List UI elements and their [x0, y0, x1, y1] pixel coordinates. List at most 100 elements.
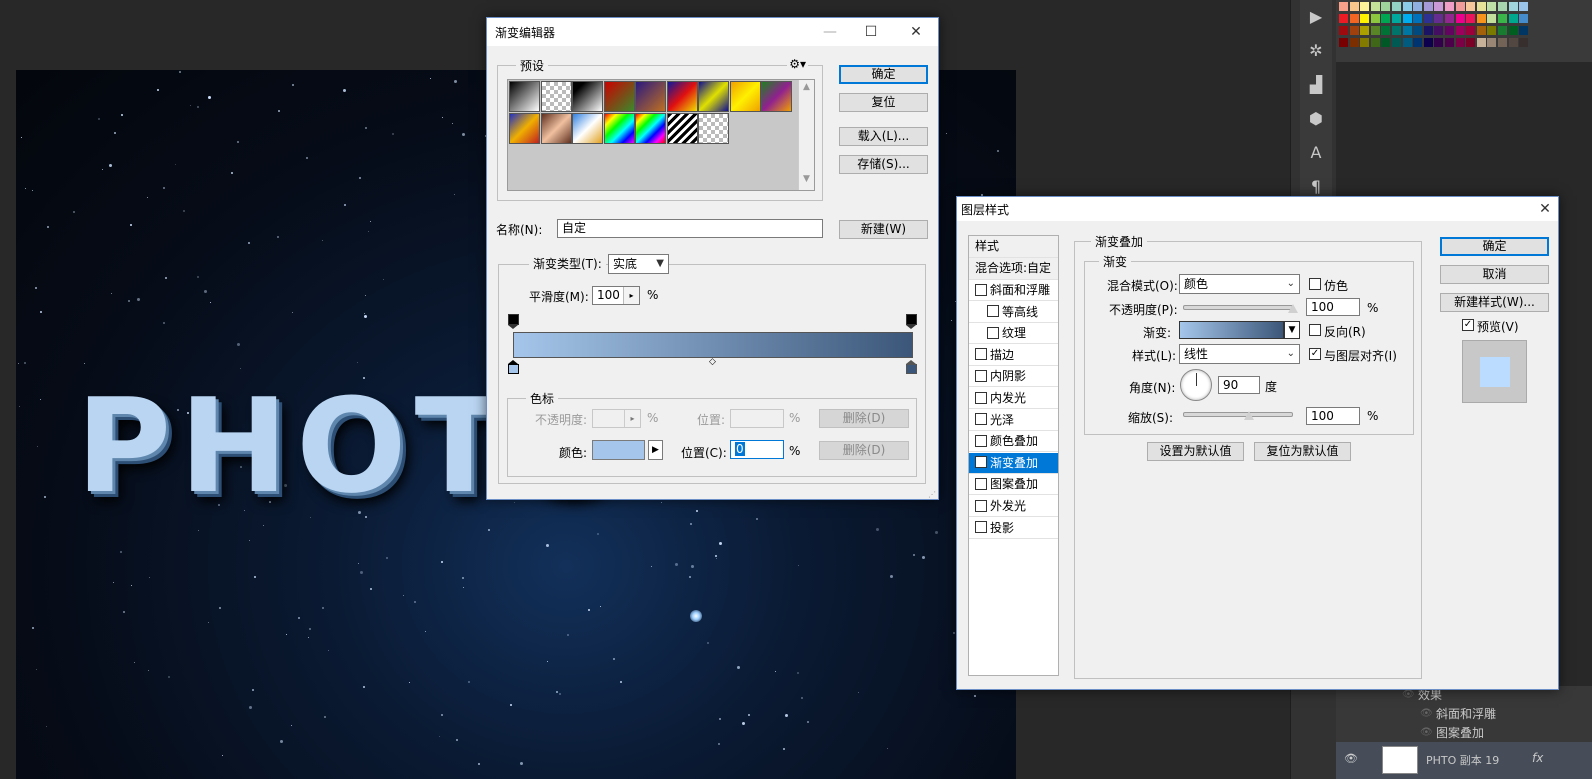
gradient-preset[interactable] — [509, 81, 540, 112]
color-swatch[interactable] — [1339, 26, 1348, 35]
style-item[interactable]: 斜面和浮雕 — [969, 280, 1058, 301]
color-swatch[interactable] — [1455, 2, 1465, 11]
color-swatch[interactable] — [1466, 26, 1476, 35]
color-swatch[interactable] — [1360, 26, 1370, 35]
eye-icon[interactable]: 👁 — [1344, 752, 1358, 765]
stop-color-swatch[interactable] — [592, 440, 645, 460]
color-swatch[interactable] — [1370, 26, 1380, 35]
layer-effect-row[interactable]: 👁 斜面和浮雕 — [1336, 705, 1592, 723]
gradient-preset[interactable] — [572, 81, 603, 112]
color-swatch[interactable] — [1476, 14, 1486, 23]
color-swatch[interactable] — [1392, 26, 1401, 35]
style-item[interactable]: 内阴影 — [969, 366, 1058, 388]
opacity-stop-right[interactable] — [906, 314, 917, 329]
layer-style-titlebar[interactable]: 图层样式 ✕ — [957, 197, 1558, 221]
color-swatch[interactable] — [1508, 14, 1518, 23]
play-icon[interactable]: ▶ — [1300, 0, 1332, 34]
color-swatch[interactable] — [1392, 38, 1401, 47]
color-stop-left[interactable] — [508, 360, 519, 374]
color-swatch[interactable] — [1370, 38, 1380, 47]
stop-location-field[interactable]: 0 — [730, 440, 784, 459]
color-swatch[interactable] — [1339, 2, 1348, 11]
color-swatch[interactable] — [1423, 14, 1433, 23]
color-swatch[interactable] — [1519, 2, 1529, 11]
color-swatch[interactable] — [1349, 14, 1359, 23]
style-item[interactable]: 等高线 — [969, 302, 1058, 323]
color-swatch[interactable] — [1498, 38, 1507, 47]
gradient-preset[interactable] — [572, 113, 603, 144]
gradient-preset[interactable] — [698, 113, 729, 144]
style-item-checkbox[interactable] — [987, 326, 999, 339]
gradient-preset[interactable] — [603, 113, 635, 144]
style-item[interactable]: ✓ 渐变叠加 — [969, 452, 1058, 474]
color-swatch[interactable] — [1445, 2, 1454, 11]
color-stop-right[interactable] — [906, 360, 917, 374]
color-swatch[interactable] — [1360, 38, 1370, 47]
color-swatch[interactable] — [1445, 14, 1454, 23]
color-swatch[interactable] — [1476, 2, 1486, 11]
smoothness-field[interactable]: 100 ▸ — [592, 286, 640, 305]
color-swatch[interactable] — [1455, 38, 1465, 47]
ok-button[interactable]: 确定 — [1440, 237, 1549, 256]
style-item-checkbox[interactable] — [975, 413, 987, 426]
color-swatch[interactable] — [1487, 38, 1497, 47]
color-swatch[interactable] — [1466, 2, 1476, 11]
gradient-preset[interactable] — [509, 113, 540, 144]
angle-field[interactable]: 90 — [1218, 376, 1260, 394]
angle-dial[interactable] — [1180, 369, 1212, 401]
gradient-preset[interactable] — [635, 113, 666, 144]
gradient-picker-arrow-icon[interactable]: ▼ — [1284, 321, 1300, 339]
midpoint-diamond-icon[interactable]: ◇ — [709, 357, 716, 367]
style-item-checkbox[interactable] — [975, 477, 987, 490]
color-swatch[interactable] — [1349, 26, 1359, 35]
color-swatch[interactable] — [1455, 14, 1465, 23]
gradient-preset[interactable] — [603, 81, 635, 112]
style-select[interactable]: 线性 ⌄ — [1179, 344, 1300, 364]
name-field[interactable]: 自定 — [557, 219, 823, 238]
color-swatch[interactable] — [1487, 14, 1497, 23]
color-swatch[interactable] — [1498, 14, 1507, 23]
swatches-panel[interactable] — [1336, 0, 1592, 62]
opacity-slider[interactable] — [1183, 305, 1293, 310]
style-item[interactable]: 投影 — [969, 518, 1058, 539]
style-item[interactable]: 外发光 — [969, 496, 1058, 517]
scale-slider[interactable] — [1183, 412, 1293, 417]
style-item-checkbox[interactable] — [975, 348, 987, 361]
gradient-preset[interactable] — [540, 113, 572, 144]
scale-slider-thumb[interactable] — [1244, 411, 1254, 420]
style-item[interactable]: 描边 — [969, 345, 1058, 366]
gradient-preset[interactable] — [761, 81, 792, 112]
gradient-preset[interactable] — [540, 81, 572, 112]
histogram-icon[interactable]: ▟ — [1300, 68, 1332, 102]
color-swatch[interactable] — [1423, 2, 1433, 11]
color-swatch[interactable] — [1339, 38, 1348, 47]
color-swatch[interactable] — [1370, 14, 1380, 23]
gradient-preset[interactable] — [698, 81, 729, 112]
color-swatch[interactable] — [1498, 2, 1507, 11]
chevron-right-icon[interactable]: ▸ — [623, 287, 639, 304]
color-swatch[interactable] — [1434, 14, 1444, 23]
color-swatch[interactable] — [1339, 14, 1348, 23]
style-item[interactable]: 光泽 — [969, 410, 1058, 431]
color-swatch[interactable] — [1402, 2, 1412, 11]
style-item-checkbox[interactable] — [987, 305, 999, 318]
fx-icon[interactable]: fx — [1532, 751, 1543, 765]
color-swatch[interactable] — [1392, 14, 1401, 23]
eye-icon[interactable]: 👁 — [1420, 705, 1433, 723]
color-swatch[interactable] — [1423, 38, 1433, 47]
set-default-button[interactable]: 设置为默认值 — [1147, 442, 1244, 461]
color-menu-arrow-icon[interactable]: ▶ — [648, 440, 663, 460]
style-item-checkbox[interactable] — [975, 521, 987, 534]
color-swatch[interactable] — [1349, 2, 1359, 11]
resize-grip-icon[interactable]: ⋰ — [928, 490, 936, 499]
preset-scrollbar[interactable]: ▲ ▼ — [798, 80, 814, 190]
color-swatch[interactable] — [1445, 38, 1454, 47]
gradient-preset[interactable] — [666, 113, 698, 144]
style-item[interactable]: 纹理 — [969, 323, 1058, 345]
close-icon[interactable]: ✕ — [894, 18, 938, 46]
color-swatch[interactable] — [1381, 14, 1391, 23]
color-swatch[interactable] — [1434, 2, 1444, 11]
style-item-checkbox[interactable] — [975, 283, 987, 296]
reset-default-button[interactable]: 复位为默认值 — [1254, 442, 1351, 461]
new-button[interactable]: 新建(W) — [839, 220, 928, 239]
